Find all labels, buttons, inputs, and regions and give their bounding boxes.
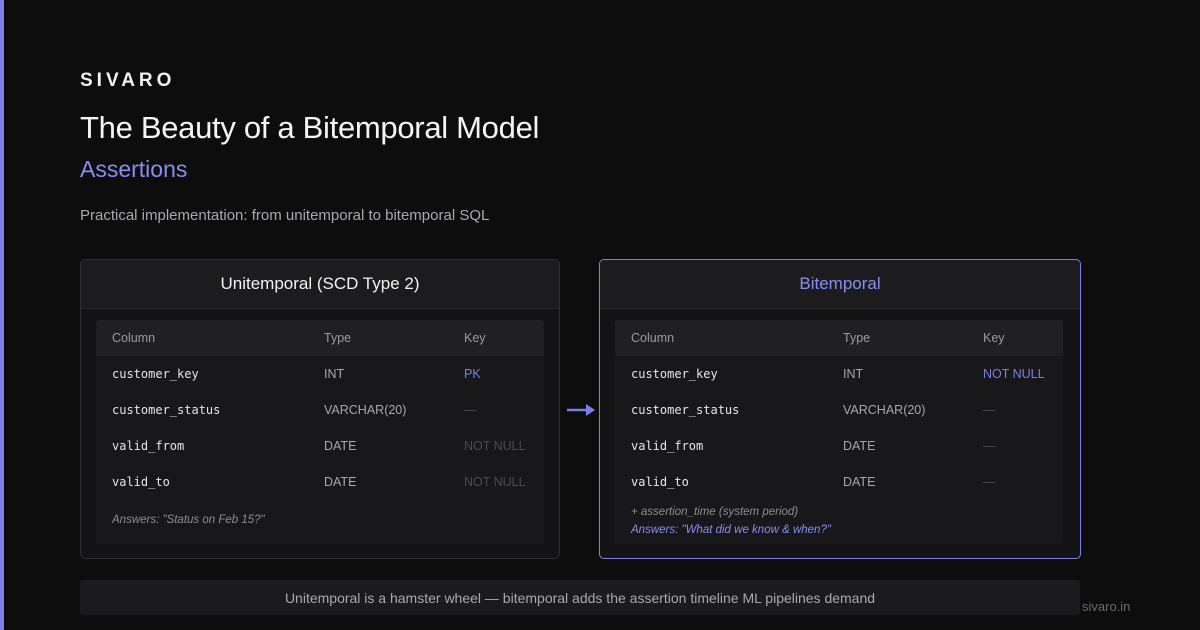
- row-key: PK: [464, 367, 481, 381]
- row-column: valid_from: [631, 439, 704, 453]
- page-title: The Beauty of a Bitemporal Model: [80, 110, 540, 145]
- unitemporal-answer-note: Answers: "Status on Feb 15?": [112, 514, 265, 526]
- row-column: valid_to: [112, 475, 170, 489]
- row-column: valid_from: [112, 439, 185, 453]
- arrow-right-icon: [567, 404, 595, 416]
- bitemporal-table: Column Type Key customer_key INT NOT NUL…: [615, 320, 1063, 544]
- row-type: VARCHAR(20): [843, 403, 926, 417]
- footer-banner: Unitemporal is a hamster wheel — bitempo…: [80, 580, 1080, 615]
- row-type: INT: [324, 367, 345, 381]
- table-row: customer_key INT PK: [96, 356, 544, 392]
- table-row: valid_from DATE —: [615, 428, 1063, 464]
- site-url: sivaro.in: [1082, 599, 1131, 614]
- row-key: NOT NULL: [464, 439, 526, 453]
- header-type: Type: [843, 331, 871, 345]
- row-key: —: [464, 403, 477, 417]
- table-row: valid_to DATE —: [615, 464, 1063, 500]
- row-column: customer_status: [112, 403, 221, 417]
- page-subtitle: Assertions: [80, 156, 188, 182]
- bitemporal-answer-note: Answers: "What did we know & when?": [631, 524, 831, 536]
- header-key: Key: [983, 331, 1005, 345]
- brand-logo: SIVARO: [80, 70, 176, 91]
- unitemporal-table: Column Type Key customer_key INT PK cust…: [96, 320, 544, 544]
- row-column: valid_to: [631, 475, 689, 489]
- table-header: Column Type Key: [96, 320, 544, 356]
- header-key: Key: [464, 331, 486, 345]
- page-description: Practical implementation: from unitempor…: [80, 207, 490, 224]
- bitemporal-panel-title: Bitemporal: [600, 260, 1080, 309]
- row-type: DATE: [843, 439, 876, 453]
- table-row: valid_from DATE NOT NULL: [96, 428, 544, 464]
- table-header: Column Type Key: [615, 320, 1063, 356]
- row-type: DATE: [843, 475, 876, 489]
- row-type: DATE: [324, 475, 357, 489]
- row-column: customer_key: [112, 367, 199, 381]
- assertion-time-note: + assertion_time (system period): [631, 506, 799, 518]
- unitemporal-panel: Unitemporal (SCD Type 2) Column Type Key…: [80, 259, 560, 559]
- row-key: NOT NULL: [464, 475, 526, 489]
- header-column: Column: [112, 331, 156, 345]
- table-row: customer_status VARCHAR(20) —: [615, 392, 1063, 428]
- row-key: NOT NULL: [983, 367, 1045, 381]
- header-type: Type: [324, 331, 352, 345]
- row-key: —: [983, 403, 996, 417]
- bitemporal-panel: Bitemporal Column Type Key customer_key …: [599, 259, 1081, 559]
- accent-bar: [0, 0, 4, 630]
- row-column: customer_key: [631, 367, 718, 381]
- table-row: valid_to DATE NOT NULL: [96, 464, 544, 500]
- row-key: —: [983, 475, 996, 489]
- table-row: customer_key INT NOT NULL: [615, 356, 1063, 392]
- row-type: VARCHAR(20): [324, 403, 407, 417]
- unitemporal-panel-title: Unitemporal (SCD Type 2): [81, 260, 559, 309]
- header-column: Column: [631, 331, 675, 345]
- table-row: customer_status VARCHAR(20) —: [96, 392, 544, 428]
- row-column: customer_status: [631, 403, 740, 417]
- row-type: INT: [843, 367, 864, 381]
- row-type: DATE: [324, 439, 357, 453]
- row-key: —: [983, 439, 996, 453]
